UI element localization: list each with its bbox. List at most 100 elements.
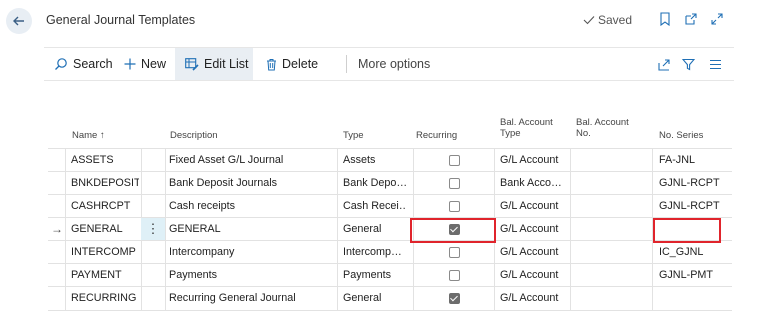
column-divider <box>413 287 414 310</box>
table-row[interactable]: INTERCOMP Intercompany Intercomp… G/L Accou… <box>48 240 732 264</box>
cell-bal-account-type[interactable]: G/L Account <box>500 149 570 172</box>
list-view-button[interactable] <box>709 48 722 80</box>
col-header-description[interactable]: Description <box>170 130 218 141</box>
column-divider <box>652 149 653 172</box>
cell-bal-account-no[interactable] <box>575 287 650 310</box>
cell-type[interactable]: General <box>343 287 407 310</box>
cell-name[interactable]: BNKDEPOSIT <box>71 172 139 195</box>
cell-no-series[interactable]: IC_GJNL <box>659 241 729 264</box>
cell-type[interactable]: General <box>343 218 407 241</box>
cell-name[interactable]: INTERCOMP <box>71 241 139 264</box>
more-options-label: More options <box>358 57 431 71</box>
share-button[interactable] <box>658 48 671 80</box>
open-new-window-icon[interactable] <box>683 11 699 27</box>
edit-list-button[interactable]: Edit List <box>175 48 253 80</box>
recurring-checkbox[interactable] <box>449 247 460 258</box>
recurring-checkbox[interactable] <box>449 178 460 189</box>
col-header-bal-account-type-line2: Type <box>500 128 521 139</box>
cell-no-series[interactable]: GJNL-RCPT <box>659 172 729 195</box>
cell-description[interactable]: Cash receipts <box>169 195 337 218</box>
filter-button[interactable] <box>682 48 695 80</box>
column-divider <box>165 264 166 287</box>
cell-no-series[interactable]: GJNL-RCPT <box>659 195 729 218</box>
cell-no-series[interactable] <box>659 287 729 310</box>
cell-type[interactable]: Cash Recei… <box>343 195 407 218</box>
column-divider <box>570 172 571 195</box>
saved-label: Saved <box>598 13 633 27</box>
cell-type[interactable]: Payments <box>343 264 407 287</box>
column-divider <box>494 195 495 218</box>
action-toolbar: Search New Edit List Delete More options <box>44 47 734 81</box>
current-row-indicator-icon: → <box>51 222 63 236</box>
column-divider <box>141 241 142 264</box>
column-divider <box>141 287 142 310</box>
cell-type[interactable]: Bank Depo… <box>343 172 407 195</box>
cell-description[interactable]: Recurring General Journal <box>169 287 337 310</box>
cell-description[interactable]: Payments <box>169 264 337 287</box>
cell-name[interactable]: RECURRING <box>71 287 139 310</box>
col-header-bal-account-type[interactable]: Bal. Account Type <box>500 117 553 139</box>
cell-bal-account-no[interactable] <box>575 195 650 218</box>
cell-bal-account-no[interactable] <box>575 264 650 287</box>
table-row[interactable]: CASHRCPT Cash receipts Cash Recei… G/L Acco… <box>48 194 732 218</box>
cell-description[interactable]: Intercompany <box>169 241 337 264</box>
cell-type[interactable]: Intercomp… <box>343 241 407 264</box>
recurring-checkbox[interactable] <box>449 201 460 212</box>
cell-bal-account-type[interactable]: G/L Account <box>500 218 570 241</box>
cell-bal-account-no[interactable] <box>575 218 650 241</box>
back-button[interactable] <box>6 8 32 34</box>
new-button[interactable]: New <box>124 48 166 80</box>
row-actions-button[interactable]: ⋮ <box>141 218 165 241</box>
column-divider <box>165 218 166 241</box>
col-header-no-series[interactable]: No. Series <box>659 130 703 141</box>
table-row[interactable]: → ⋮ GENERAL GENERAL General G/L Account <box>48 217 732 241</box>
more-options-button[interactable]: More options <box>358 48 430 80</box>
col-header-type[interactable]: Type <box>343 130 364 141</box>
col-header-recurring[interactable]: Recurring <box>416 130 457 141</box>
search-button[interactable]: Search <box>54 48 113 80</box>
cell-description[interactable]: GENERAL <box>169 218 337 241</box>
page-title: General Journal Templates <box>46 13 196 27</box>
cell-no-series[interactable]: FA-JNL <box>659 149 729 172</box>
cell-name[interactable]: CASHRCPT <box>71 195 139 218</box>
cell-bal-account-type[interactable]: Bank Acco… <box>500 172 570 195</box>
cell-type[interactable]: Assets <box>343 149 407 172</box>
recurring-checkbox[interactable] <box>449 293 460 304</box>
cell-bal-account-no[interactable] <box>575 149 650 172</box>
column-divider <box>570 241 571 264</box>
cell-name[interactable]: ASSETS <box>71 149 139 172</box>
column-divider <box>141 195 142 218</box>
cell-bal-account-type[interactable]: G/L Account <box>500 264 570 287</box>
column-divider <box>413 195 414 218</box>
list-icon <box>710 59 721 69</box>
column-divider <box>165 287 166 310</box>
column-divider <box>141 264 142 287</box>
table-row[interactable]: ASSETS Fixed Asset G/L Journal Assets G/L A… <box>48 148 732 172</box>
delete-button[interactable]: Delete <box>266 48 318 80</box>
expand-icon[interactable] <box>709 11 725 27</box>
filter-icon <box>682 58 695 70</box>
recurring-checkbox[interactable] <box>449 270 460 281</box>
cell-description[interactable]: Fixed Asset G/L Journal <box>169 149 337 172</box>
table-row[interactable]: BNKDEPOSIT Bank Deposit Journals Bank Depo… <box>48 171 732 195</box>
column-divider <box>337 264 338 287</box>
cell-bal-account-type[interactable]: G/L Account <box>500 195 570 218</box>
col-header-bal-account-no[interactable]: Bal. Account No. <box>576 117 629 139</box>
cell-bal-account-type[interactable]: G/L Account <box>500 241 570 264</box>
table-row[interactable]: PAYMENT Payments Payments G/L Account GJNL-P… <box>48 263 732 287</box>
cell-bal-account-no[interactable] <box>575 241 650 264</box>
cell-description[interactable]: Bank Deposit Journals <box>169 172 337 195</box>
cell-bal-account-type[interactable]: G/L Account <box>500 287 570 310</box>
table-row[interactable]: RECURRING Recurring General Journal Genera… <box>48 286 732 311</box>
col-header-name[interactable]: Name ↑ <box>72 130 105 141</box>
column-divider <box>652 172 653 195</box>
new-label: New <box>141 57 167 71</box>
cell-bal-account-no[interactable] <box>575 172 650 195</box>
bookmark-icon[interactable] <box>657 11 673 27</box>
cell-no-series[interactable]: GJNL-PMT <box>659 264 729 287</box>
cell-name[interactable]: PAYMENT <box>71 264 139 287</box>
cell-name[interactable]: GENERAL <box>71 218 139 241</box>
column-divider <box>337 172 338 195</box>
recurring-checkbox[interactable] <box>449 155 460 166</box>
col-header-bal-account-no-line2: No. <box>576 128 591 139</box>
